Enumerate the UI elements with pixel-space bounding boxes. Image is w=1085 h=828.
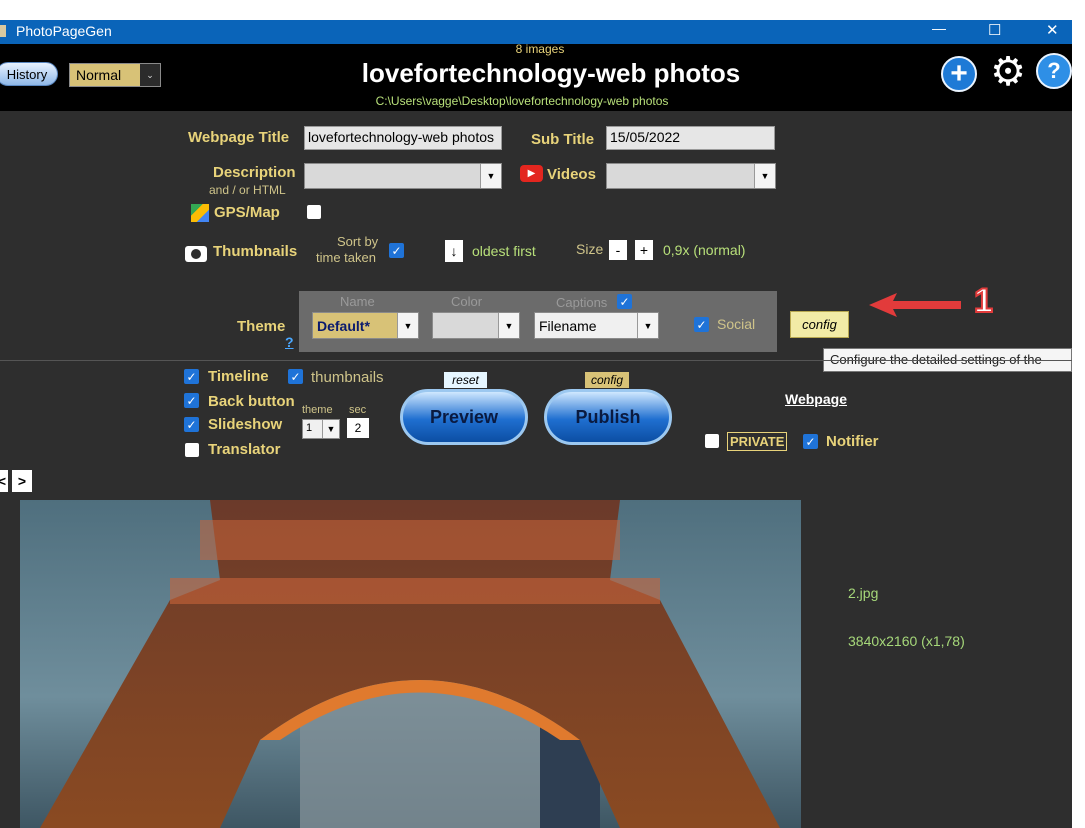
theme-name-value: Default* — [317, 318, 370, 334]
gear-icon[interactable]: ⚙ — [988, 52, 1028, 92]
subtitle-label: Sub Title — [531, 131, 595, 148]
oldest-first-label: oldest first — [472, 243, 536, 259]
chevron-down-icon: ▼ — [637, 313, 658, 338]
map-icon — [191, 204, 209, 222]
subtitle-input[interactable]: 15/05/2022 — [606, 126, 775, 150]
theme-color-header: Color — [451, 294, 483, 309]
header: History Normal ⌄ 8 images lovefortechnol… — [0, 42, 1072, 111]
slideshow-sec-label: sec — [349, 404, 367, 416]
social-checkbox[interactable]: ✓ — [694, 317, 709, 332]
translator-label: Translator — [208, 441, 281, 458]
slideshow-theme-select[interactable]: 1 ▼ — [302, 419, 340, 439]
image-dimensions: 3840x2160 (x1,78) — [848, 633, 965, 649]
annotation-arrow — [869, 293, 961, 317]
folder-path: C:\Users\vagge\Desktop\lovefortechnology… — [375, 94, 669, 108]
window-title: PhotoPageGen — [16, 23, 112, 39]
gps-checkbox[interactable] — [307, 205, 321, 219]
videos-select[interactable]: ▼ — [606, 163, 776, 189]
timeline-label: Timeline — [208, 368, 269, 385]
image-filename: 2.jpg — [848, 585, 879, 601]
chevron-down-icon: ▼ — [480, 164, 501, 188]
notifier-checkbox[interactable]: ✓ — [803, 434, 818, 449]
theme-name-header: Name — [340, 294, 375, 309]
timeline-checkbox[interactable]: ✓ — [184, 369, 199, 384]
publish-config-button[interactable]: config — [585, 372, 629, 388]
translator-checkbox[interactable] — [185, 443, 199, 457]
private-label: PRIVATE — [727, 432, 788, 451]
chevron-down-icon: ▼ — [754, 164, 775, 188]
app-icon — [0, 25, 6, 37]
theme-color-select[interactable]: ▼ — [432, 312, 520, 339]
next-image-button[interactable]: > — [12, 470, 32, 492]
description-sublabel: and / or HTML — [209, 183, 286, 197]
sort-time-checkbox[interactable]: ✓ — [389, 243, 404, 258]
youtube-icon: ▶ — [520, 165, 543, 182]
slideshow-theme-label: theme — [302, 404, 333, 416]
maximize-icon[interactable]: ☐ — [988, 21, 1001, 39]
size-label: Size — [576, 241, 604, 257]
theme-captions-header: Captions — [556, 295, 608, 310]
size-decrease-button[interactable]: - — [609, 240, 627, 260]
reset-button[interactable]: reset — [444, 372, 487, 388]
section-divider — [0, 360, 1072, 361]
slideshow-label: Slideshow — [208, 416, 283, 433]
size-value: 0,9x (normal) — [663, 242, 746, 258]
slideshow-sec-input[interactable]: 2 — [347, 418, 369, 438]
prev-image-button[interactable]: < — [0, 470, 8, 492]
gps-label: GPS/Map — [214, 204, 280, 221]
captions-value: Filename — [539, 318, 597, 334]
annotation-number: 1 — [973, 281, 994, 321]
webpage-title-input[interactable]: lovefortechnology-web photos — [304, 126, 502, 150]
close-icon[interactable]: ✕ — [1046, 21, 1059, 39]
thumbnails-label: Thumbnails — [213, 243, 298, 260]
notifier-label: Notifier — [826, 433, 879, 450]
help-icon[interactable]: ? — [1036, 53, 1072, 89]
sort-by-label: Sort by — [337, 234, 379, 249]
slideshow-theme-value: 1 — [306, 422, 313, 434]
preview-button[interactable]: Preview — [400, 389, 528, 445]
description-label: Description — [213, 164, 296, 181]
slideshow-checkbox[interactable]: ✓ — [184, 417, 199, 432]
theme-help-link[interactable]: ? — [285, 334, 294, 350]
title-bar: PhotoPageGen — ☐ ✕ — [0, 20, 1072, 44]
webpage-title-label: Webpage Title — [188, 129, 290, 146]
private-checkbox[interactable] — [705, 434, 719, 448]
captions-select[interactable]: Filename ▼ — [534, 312, 659, 339]
plus-icon[interactable]: + — [941, 56, 977, 92]
size-increase-button[interactable]: + — [635, 240, 653, 260]
description-select[interactable]: ▼ — [304, 163, 502, 189]
publish-button[interactable]: Publish — [544, 389, 672, 445]
theme-config-button[interactable]: config — [790, 311, 849, 338]
image-count: 8 images — [515, 42, 565, 56]
theme-label: Theme — [237, 318, 286, 335]
back-button-label: Back button — [208, 393, 295, 410]
photo-preview — [20, 500, 801, 828]
thumbnails-option-label: thumbnails — [311, 369, 384, 386]
time-taken-label: time taken — [316, 250, 376, 265]
chevron-down-icon: ▼ — [322, 420, 339, 438]
theme-name-select[interactable]: Default* ▼ — [312, 312, 419, 339]
thumbnails-checkbox[interactable]: ✓ — [288, 369, 303, 384]
chevron-down-icon: ▼ — [498, 313, 519, 338]
page-title: lovefortechnology-web photos — [361, 58, 741, 88]
webpage-link[interactable]: Webpage — [785, 391, 847, 407]
social-label: Social — [717, 316, 756, 332]
camera-icon — [185, 246, 207, 262]
minimize-icon[interactable]: — — [932, 20, 946, 36]
captions-checkbox[interactable]: ✓ — [617, 294, 632, 309]
sort-order-button[interactable]: ↓ — [445, 240, 463, 262]
chevron-down-icon: ▼ — [397, 313, 418, 338]
videos-label: Videos — [547, 166, 596, 183]
back-button-checkbox[interactable]: ✓ — [184, 393, 199, 408]
